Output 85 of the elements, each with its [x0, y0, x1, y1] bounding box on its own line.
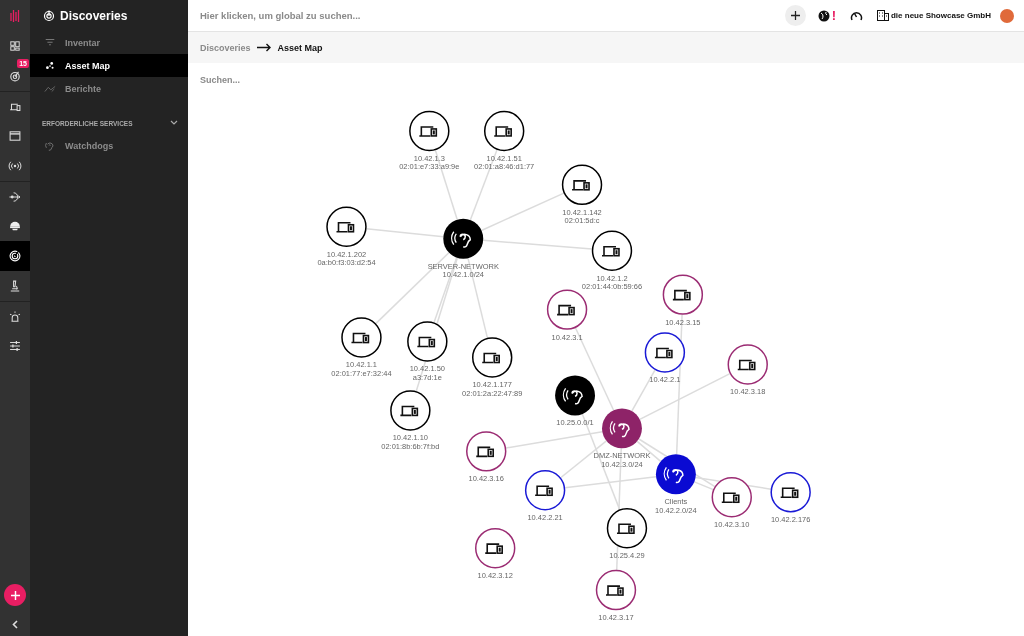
- alert-mark: !: [831, 8, 836, 23]
- radar-icon: [8, 69, 22, 83]
- sidebar-item[interactable]: Inventar: [30, 31, 188, 54]
- add-button[interactable]: [4, 584, 26, 606]
- broadcast-icon: [8, 159, 22, 173]
- alarm-icon: [8, 309, 22, 324]
- laptop-phone-icon: [571, 180, 590, 191]
- device-node[interactable]: [341, 317, 382, 358]
- ear-icon: [609, 420, 630, 438]
- laptop-phone-icon: [654, 347, 673, 359]
- laptop-phone-icon: [721, 492, 740, 504]
- building-icon: [876, 10, 889, 21]
- chevron-down-icon[interactable]: [170, 120, 178, 126]
- gauge-icon[interactable]: [849, 10, 863, 21]
- ear-icon: [562, 387, 583, 405]
- device-node[interactable]: [524, 470, 566, 511]
- avatar[interactable]: [1000, 8, 1014, 23]
- add-button[interactable]: [784, 5, 806, 26]
- ear-icon: [44, 139, 56, 152]
- device-node[interactable]: [591, 230, 633, 271]
- map-search-field[interactable]: Suchen...: [200, 74, 500, 85]
- device-node[interactable]: [606, 508, 648, 549]
- breadcrumb-link[interactable]: Discoveries: [200, 42, 251, 53]
- laptop-phone-icon: [399, 405, 419, 417]
- window-icon: [8, 129, 22, 143]
- laptop-phone-icon: [475, 446, 494, 458]
- laptop-phone-icon: [416, 336, 436, 348]
- network-node[interactable]: [602, 408, 642, 449]
- sliders-icon: [8, 339, 22, 353]
- logo-icon: [10, 8, 20, 23]
- laptop-phone-icon: [484, 543, 503, 554]
- device-node[interactable]: [662, 274, 704, 315]
- device-node[interactable]: [770, 472, 811, 513]
- device-node[interactable]: [711, 477, 752, 518]
- laptop-phone-icon: [481, 352, 500, 364]
- radar-icon: [43, 9, 55, 22]
- globe-icon[interactable]: [817, 9, 830, 22]
- route-icon: [8, 189, 22, 204]
- radar-icon: [8, 249, 22, 263]
- device-node[interactable]: [466, 431, 507, 472]
- sidebar-item[interactable]: Berichte: [30, 77, 188, 100]
- sidebar-item[interactable]: Watchdogs: [30, 134, 188, 157]
- device-node[interactable]: [326, 206, 367, 247]
- laptop-phone-icon: [350, 332, 370, 344]
- laptop-phone-icon: [736, 359, 756, 371]
- chevron-left-icon: [12, 619, 18, 629]
- laptop-phone-icon: [601, 245, 620, 257]
- laptop-phone-icon: [616, 523, 635, 534]
- laptop-phone-icon: [605, 585, 624, 596]
- ear-icon: [663, 466, 684, 484]
- network-node[interactable]: [443, 218, 484, 259]
- laptop-phone-icon: [779, 487, 799, 499]
- organization-name[interactable]: die neue Showcase GmbH: [890, 11, 991, 20]
- device-node[interactable]: [390, 390, 431, 431]
- device-node[interactable]: [644, 332, 686, 373]
- breadcrumb-current: Asset Map: [277, 42, 323, 53]
- laptop-phone-icon: [556, 304, 575, 316]
- scatter-icon: [44, 59, 56, 72]
- device-node[interactable]: [483, 110, 525, 152]
- global-search-field[interactable]: Hier klicken, um global zu suchen...: [200, 10, 785, 21]
- laptop-phone-icon: [335, 221, 355, 233]
- device-node[interactable]: [595, 569, 637, 611]
- device-node[interactable]: [409, 110, 450, 152]
- nav-button[interactable]: [0, 241, 30, 271]
- ear-icon: [451, 231, 471, 248]
- sidebar-title: Discoveries: [60, 8, 128, 23]
- device-node[interactable]: [561, 164, 603, 206]
- arrow-right-icon: [256, 43, 272, 52]
- plus-icon: [10, 590, 20, 600]
- dashboard-icon: [8, 39, 22, 53]
- dome-camera-icon: [8, 219, 22, 233]
- laptop-phone-icon: [418, 126, 438, 137]
- sidebar-item[interactable]: Asset Map: [30, 54, 188, 77]
- device-node[interactable]: [472, 337, 513, 378]
- laptop-phone-icon: [534, 485, 553, 497]
- device-node[interactable]: [727, 344, 768, 385]
- network-node[interactable]: [555, 375, 595, 416]
- network-node[interactable]: [655, 454, 696, 495]
- device-node[interactable]: [546, 289, 588, 330]
- microscope-icon: [8, 279, 22, 293]
- plus-icon: [790, 11, 800, 20]
- laptop-phone-icon: [672, 289, 691, 301]
- laptop-phone-icon: [493, 126, 512, 137]
- device-node[interactable]: [475, 527, 516, 569]
- device-node[interactable]: [407, 321, 448, 362]
